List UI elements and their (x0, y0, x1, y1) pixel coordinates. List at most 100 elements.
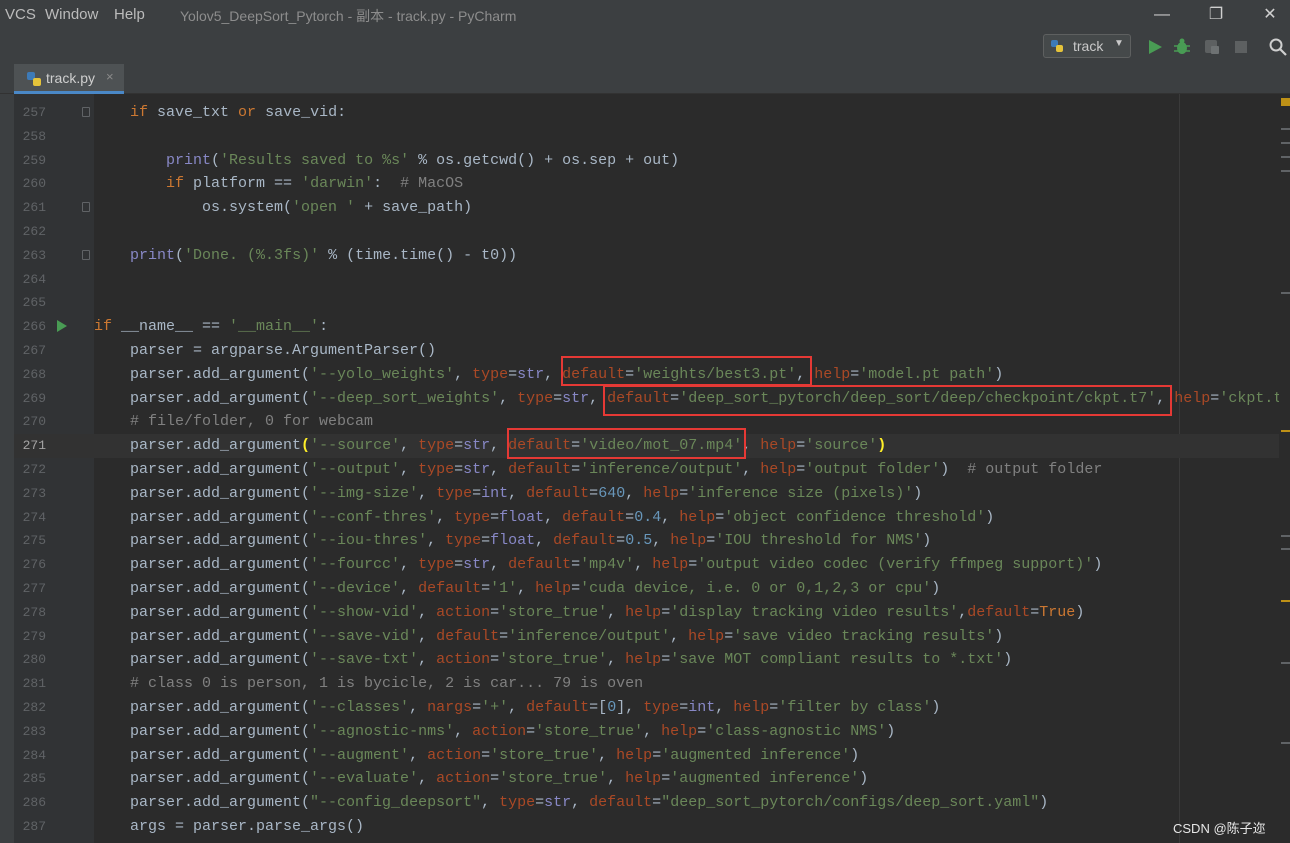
code-line[interactable]: 264 (14, 268, 1280, 292)
code-token: default (508, 437, 572, 455)
code-line[interactable]: 281 # class 0 is person, 1 is bycicle, 2… (14, 672, 1280, 696)
line-number: 262 (22, 223, 46, 239)
restore-button[interactable]: ❐ (1201, 3, 1231, 27)
menu-window[interactable]: Window (45, 6, 98, 23)
fold-marker-icon[interactable] (82, 202, 90, 213)
code-token: , (607, 770, 626, 788)
code-line[interactable]: 271 parser.add_argument('--source', type… (14, 434, 1280, 458)
fold-marker-icon[interactable] (82, 107, 90, 117)
code-line[interactable]: 282 parser.add_argument('--classes', nar… (14, 696, 1280, 720)
code-line[interactable]: 276 parser.add_argument('--fourcc', type… (14, 553, 1280, 577)
line-number: 260 (22, 176, 46, 192)
code-line[interactable]: 268 parser.add_argument('--yolo_weights'… (14, 363, 1280, 387)
line-number: 274 (22, 509, 46, 525)
code-token: # file/folder, 0 for webcam (130, 413, 374, 431)
code-token: help (625, 651, 662, 669)
code-token: 'source' (805, 437, 878, 455)
code-token: "deep_sort_pytorch/configs/deep_sort.yam… (661, 794, 1040, 812)
tab-track-py[interactable]: track.py × (14, 64, 124, 94)
chevron-down-icon: ▼ (1114, 38, 1124, 49)
code-line[interactable]: 266 if __name__ == '__main__': (14, 315, 1280, 339)
line-number: 284 (22, 747, 46, 763)
code-token: parser.add_argument( (94, 698, 311, 716)
code-token: 'video/mot_07.mp4' (580, 437, 743, 455)
code-line[interactable]: 262 (14, 220, 1280, 244)
code-token: ) (850, 746, 860, 764)
fold-marker-icon[interactable] (82, 249, 90, 260)
line-number: 287 (22, 818, 46, 834)
code-token: 640 (598, 484, 626, 502)
close-window-button[interactable]: ✕ (1255, 3, 1285, 27)
code-token: ( (175, 246, 185, 264)
debug-icon[interactable] (1172, 37, 1192, 57)
code-line[interactable]: 269 parser.add_argument('--deep_sort_wei… (14, 387, 1290, 411)
watermark-text: CSDN @陈子迩 (1173, 821, 1266, 836)
code-line[interactable]: 278 parser.add_argument('--show-vid', ac… (14, 601, 1280, 625)
stop-icon[interactable] (1231, 37, 1251, 57)
code-line[interactable]: 287 args = parser.parse_args() (14, 815, 1280, 839)
editor-tab-bar: track.py × (0, 64, 1290, 94)
code-line[interactable]: 275 parser.add_argument('--iou-thres', t… (14, 529, 1280, 553)
code-token: = (490, 603, 500, 621)
code-token: '--evaluate' (310, 770, 419, 788)
code-line[interactable]: 260 if platform == 'darwin': # MacOS (14, 172, 1280, 196)
line-number: 277 (22, 580, 46, 596)
code-line[interactable]: 283 parser.add_argument('--agnostic-nms'… (14, 720, 1280, 744)
run-configuration-dropdown[interactable]: track ▼ (1043, 34, 1131, 58)
code-line[interactable]: 263 print('Done. (%.3fs)' % (time.time()… (14, 244, 1280, 268)
code-editor[interactable]: 257 if save_txt or save_vid: 258 259 print… (14, 101, 1290, 839)
code-line[interactable]: 274 parser.add_argument('--conf-thres', … (14, 506, 1280, 530)
code-token: help (760, 437, 797, 455)
project-tool-strip[interactable] (0, 94, 14, 843)
code-token: parser.add_argument( (94, 794, 311, 812)
code-token: ) (913, 484, 923, 502)
editor-scrollbar[interactable] (1279, 94, 1290, 843)
code-token: ( (211, 151, 221, 169)
code-token: , (436, 508, 455, 526)
code-token: , (661, 508, 680, 526)
code-line[interactable]: 286 parser.add_argument("--config_deepso… (14, 791, 1280, 815)
code-line[interactable]: 279 parser.add_argument('--save-vid', de… (14, 625, 1280, 649)
code-text: parser.add_argument('--save-vid', defaul… (94, 625, 1003, 649)
code-line[interactable]: 259 print('Results saved to %s' % os.get… (14, 149, 1280, 173)
code-token: type (418, 556, 455, 574)
code-line[interactable]: 285 parser.add_argument('--evaluate', ac… (14, 767, 1280, 791)
line-number: 265 (22, 295, 46, 311)
code-line[interactable]: 265 (14, 291, 1280, 315)
minimize-button[interactable]: — (1147, 3, 1177, 27)
menu-help[interactable]: Help (114, 6, 145, 23)
code-text: parser.add_argument('--yolo_weights', ty… (94, 363, 1003, 387)
code-line[interactable]: 261 os.system('open ' + save_path) (14, 196, 1280, 220)
menu-vcs[interactable]: VCS (5, 6, 36, 23)
code-line[interactable]: 258 (14, 125, 1280, 149)
code-token: # class 0 is person, 1 is bycicle, 2 is … (130, 675, 644, 693)
code-token: 'display tracking video results' (670, 603, 959, 621)
code-text: parser.add_argument('--augment', action=… (94, 744, 859, 768)
code-line[interactable]: 257 if save_txt or save_vid: (14, 101, 1280, 125)
code-token: str (562, 389, 590, 407)
code-token: , (625, 484, 644, 502)
code-token: = (589, 484, 599, 502)
code-text: parser.add_argument('--fourcc', type=str… (94, 553, 1102, 577)
close-tab-icon[interactable]: × (106, 69, 114, 84)
code-token: , (571, 794, 590, 812)
code-token: parser.add_argument( (94, 365, 311, 383)
code-line[interactable]: 267 parser = argparse.ArgumentParser() (14, 339, 1280, 363)
run-icon[interactable] (1145, 37, 1165, 57)
code-line[interactable]: 284 parser.add_argument('--augment', act… (14, 744, 1280, 768)
run-gutter-icon[interactable] (57, 320, 67, 333)
run-with-coverage-icon[interactable] (1202, 37, 1222, 57)
code-token: parser.add_argument (94, 437, 302, 455)
code-token: '--save-vid' (310, 627, 419, 645)
code-line[interactable]: 280 parser.add_argument('--save-txt', ac… (14, 648, 1280, 672)
code-token: , (517, 579, 536, 597)
code-token: , (598, 746, 617, 764)
code-line[interactable]: 277 parser.add_argument('--device', defa… (14, 577, 1280, 601)
code-token: = (571, 556, 581, 574)
code-line[interactable]: 272 parser.add_argument('--output', type… (14, 458, 1280, 482)
code-line[interactable]: 270 # file/folder, 0 for webcam (14, 410, 1280, 434)
code-line[interactable]: 273 parser.add_argument('--img-size', ty… (14, 482, 1280, 506)
search-icon[interactable] (1268, 37, 1288, 57)
